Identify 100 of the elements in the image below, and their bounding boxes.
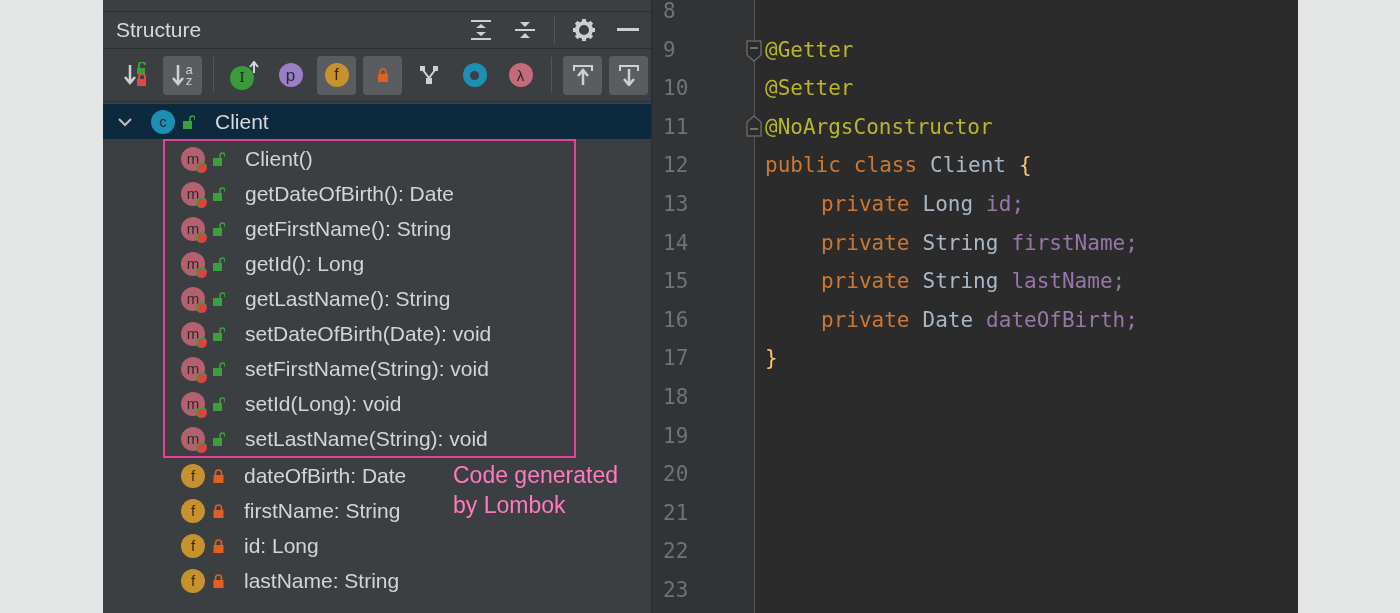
code-token: Long: [922, 190, 974, 218]
non-public-toggle[interactable]: [363, 55, 402, 95]
properties-toggle[interactable]: p: [271, 55, 310, 95]
line-number: 21: [662, 499, 690, 527]
tree-item[interactable]: m getId(): Long: [165, 246, 574, 281]
method-badge-icon: m: [181, 181, 205, 206]
code-token: lastName;: [1011, 268, 1126, 296]
tree-item-label: setLastName(String): void: [245, 425, 488, 452]
tree-item-label: getLastName(): String: [245, 285, 451, 312]
tree-item-label: firstName: String: [244, 497, 401, 524]
line-number: 8: [662, 0, 677, 25]
field-badge-icon: f: [181, 463, 205, 488]
code-token: private: [821, 268, 910, 296]
tree-item[interactable]: m setDateOfBirth(Date): void: [165, 316, 574, 351]
minus-icon: [617, 28, 639, 32]
method-badge-icon: m: [181, 251, 205, 276]
code-token: private: [821, 229, 910, 257]
field-badge-icon: f: [181, 533, 205, 558]
code-token: }: [765, 345, 778, 373]
lambda-badge-icon: λ: [508, 63, 533, 87]
field-badge-icon: f: [324, 63, 349, 87]
class-badge-icon: c: [151, 109, 175, 134]
line-number: 15: [662, 268, 690, 296]
tree-item-label: setId(Long): void: [245, 390, 402, 417]
tree-item[interactable]: f lastName: String: [165, 563, 453, 598]
line-number: 17: [662, 345, 690, 373]
code-token: {: [1018, 152, 1032, 180]
collapse-all-icon: [514, 19, 536, 41]
line-number: 14: [662, 229, 690, 257]
line-number: 9: [662, 36, 677, 64]
tree-item-label: id: Long: [244, 532, 319, 559]
line-number: 16: [662, 306, 690, 334]
method-badge-icon: m: [181, 426, 205, 451]
method-badge-icon: m: [181, 146, 205, 171]
method-badge-icon: m: [181, 286, 205, 311]
up-arrow-bracket-icon: [571, 64, 594, 86]
fold-marker-icon[interactable]: [746, 39, 762, 62]
expand-all-icon: [470, 19, 492, 41]
down-arrow-bracket-icon: [617, 64, 640, 86]
tree-item-label: setDateOfBirth(Date): void: [245, 320, 492, 347]
ring-icon: [462, 63, 487, 87]
line-number: 18: [662, 383, 690, 411]
tree-item[interactable]: m setId(Long): void: [165, 386, 574, 421]
tree-item[interactable]: f dateOfBirth: Date: [165, 458, 453, 493]
tree-item-label: Client: [215, 108, 269, 135]
code-token: @NoArgsConstructor: [765, 113, 993, 141]
line-number: 11: [662, 113, 690, 141]
field-badge-icon: f: [181, 498, 205, 523]
method-badge-icon: m: [181, 216, 205, 241]
tree-item-label: dateOfBirth: Date: [244, 462, 407, 489]
line-number: 12: [662, 152, 690, 180]
tree-item-label: getId(): Long: [245, 250, 365, 277]
tree-item[interactable]: m getDateOfBirth(): Date: [165, 176, 574, 211]
code-token: public: [765, 152, 841, 180]
method-badge-icon: m: [181, 321, 205, 346]
field-badge-icon: f: [181, 568, 205, 593]
code-token: private: [821, 306, 910, 334]
line-number: 10: [662, 75, 690, 103]
tree-item-label: Client(): [245, 145, 313, 172]
code-token: dateOfBirth;: [986, 306, 1138, 334]
padlock-icon: [376, 68, 389, 82]
code-token: id;: [986, 190, 1025, 218]
tree-item[interactable]: f firstName: String: [165, 493, 453, 528]
code-token: String: [922, 268, 999, 296]
scroll-from-source-toggle[interactable]: [563, 55, 602, 95]
tree-item-label: lastName: String: [244, 567, 400, 594]
tree-item[interactable]: m setLastName(String): void: [165, 421, 574, 456]
tree-item[interactable]: c Client: [103, 104, 651, 139]
tree-item[interactable]: m Client(): [165, 141, 574, 176]
tree-item[interactable]: m getFirstName(): String: [165, 211, 574, 246]
sort-alpha-toggle[interactable]: a z: [163, 55, 202, 95]
tree-item[interactable]: m getLastName(): String: [165, 281, 574, 316]
sort-letters: a z: [185, 64, 193, 86]
panel-title: Structure: [116, 17, 203, 44]
property-badge-icon: p: [278, 63, 303, 87]
code-token: Date: [922, 306, 974, 334]
tree-item-label: getDateOfBirth(): Date: [245, 180, 454, 207]
line-number: 23: [662, 576, 690, 604]
code-token: @Getter: [765, 36, 854, 64]
method-badge-icon: m: [181, 391, 205, 416]
line-number: 20: [662, 461, 690, 489]
line-number: 13: [662, 190, 690, 218]
fold-marker-icon[interactable]: [746, 114, 762, 137]
scroll-to-source-toggle[interactable]: [609, 55, 648, 95]
tree-item[interactable]: m setFirstName(String): void: [165, 351, 574, 386]
tree-item[interactable]: f id: Long: [165, 528, 453, 563]
lambdas-toggle[interactable]: λ: [501, 55, 540, 95]
line-number: 22: [662, 538, 690, 566]
method-badge-icon: m: [181, 356, 205, 381]
code-token: firstName;: [1011, 229, 1138, 257]
fields-toggle[interactable]: f: [317, 55, 356, 95]
code-token: private: [821, 190, 910, 218]
settings-icon: [572, 18, 596, 42]
down-arrow-icon: [172, 64, 185, 86]
code-token: Client: [930, 152, 1006, 180]
tree-item-label: setFirstName(String): void: [245, 355, 489, 382]
line-number: 19: [662, 422, 690, 450]
tree-item-label: getFirstName(): String: [245, 215, 452, 242]
annotation-text: Code generated by Lombok: [453, 461, 618, 520]
code-token: @Setter: [765, 75, 854, 103]
